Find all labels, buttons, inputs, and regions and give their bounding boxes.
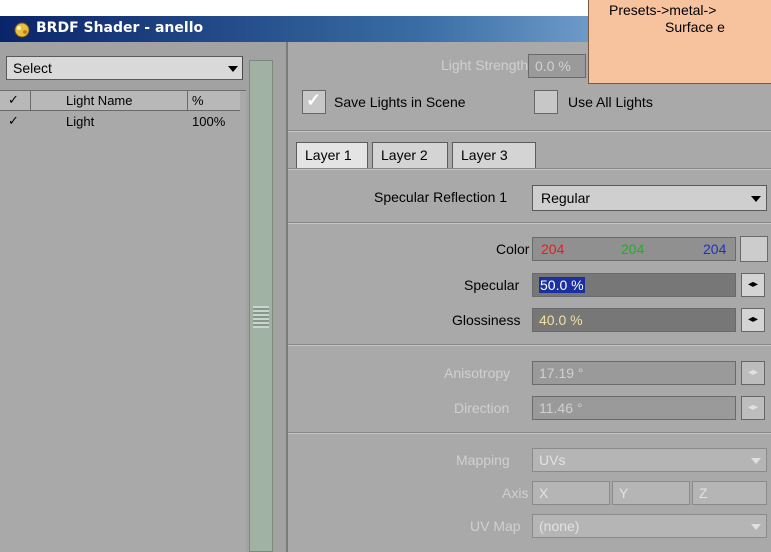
chevron-down-icon — [228, 66, 238, 72]
color-swatch[interactable] — [740, 236, 768, 262]
light-name: Light — [66, 114, 95, 129]
light-strength-field[interactable]: 0.0 % — [528, 54, 586, 78]
light-percent: 100% — [192, 114, 226, 129]
light-list: ✓ Light Name % ✓ Light 100% — [0, 90, 246, 552]
specular-reflection-label: Specular Reflection 1 — [374, 189, 508, 205]
glossiness-label: Glossiness — [452, 312, 521, 328]
tab-layer-2[interactable]: Layer 2 — [372, 142, 448, 168]
specular-stepper[interactable]: ◂▸ — [741, 273, 765, 297]
uv-map-value: (none) — [539, 518, 580, 534]
light-list-scrollbar[interactable] — [249, 60, 273, 552]
use-all-lights-label: Use All Lights — [568, 94, 653, 110]
direction-field[interactable]: 11.46 ° — [532, 396, 736, 420]
glossiness-field[interactable]: 40.0 % — [532, 308, 736, 332]
mapping-dropdown[interactable]: UVs — [532, 448, 767, 472]
shader-app-icon — [14, 22, 30, 38]
light-list-header: ✓ Light Name % — [0, 91, 240, 111]
mapping-label: Mapping — [456, 452, 510, 468]
mapping-value: UVs — [539, 452, 566, 468]
uv-map-dropdown[interactable]: (none) — [532, 514, 767, 538]
tab-layer-1[interactable]: Layer 1 — [296, 142, 368, 168]
chevron-down-icon — [751, 524, 761, 530]
brdf-shader-window: BRDF Shader - anello Presets->metal-> Su… — [0, 0, 771, 552]
specular-value: 50.0 % — [539, 277, 585, 293]
direction-label: Direction — [454, 400, 510, 416]
color-label: Color — [496, 241, 530, 257]
tooltip: Presets->metal-> Surface e — [588, 0, 771, 84]
light-panel: Select ✓ Light Name % ✓ Light 100% — [0, 42, 286, 552]
specular-field[interactable]: 50.0 % — [532, 273, 736, 297]
window-title: BRDF Shader - anello — [36, 20, 204, 36]
light-strength-label: Light Strength — [441, 57, 529, 73]
anisotropy-field[interactable]: 17.19 ° — [532, 361, 736, 385]
glossiness-stepper[interactable]: ◂▸ — [741, 308, 765, 332]
specular-label: Specular — [464, 277, 520, 293]
percent-column-header[interactable]: % — [192, 93, 204, 108]
color-green-value[interactable]: 204 — [621, 238, 644, 260]
uv-map-label: UV Map — [470, 518, 521, 534]
color-blue-value[interactable]: 204 — [703, 238, 726, 260]
color-red-value[interactable]: 204 — [541, 238, 564, 260]
use-all-lights-checkbox[interactable] — [534, 90, 558, 114]
list-item[interactable]: ✓ Light 100% — [0, 112, 240, 132]
color-field[interactable]: 204 204 204 — [532, 237, 736, 261]
tooltip-line-2: Surface e — [665, 19, 725, 35]
chevron-down-icon — [751, 458, 761, 464]
check-icon: ✓ — [306, 90, 322, 110]
direction-stepper[interactable]: ◂▸ — [741, 396, 765, 420]
axis-label: Axis — [502, 485, 529, 501]
axis-x-button[interactable]: X — [532, 481, 610, 505]
specular-reflection-value: Regular — [541, 190, 591, 206]
scrollbar-grip[interactable] — [253, 306, 269, 328]
light-enabled-check[interactable]: ✓ — [8, 113, 19, 129]
select-label: Select — [13, 60, 52, 76]
tab-layer-3[interactable]: Layer 3 — [452, 142, 536, 168]
shader-settings-panel: Light Strength 0.0 % ✓ Save Lights in Sc… — [286, 42, 771, 552]
anisotropy-stepper[interactable]: ◂▸ — [741, 361, 765, 385]
save-lights-checkbox[interactable]: ✓ — [302, 90, 326, 114]
axis-y-button[interactable]: Y — [612, 481, 690, 505]
axis-z-button[interactable]: Z — [692, 481, 767, 505]
select-dropdown[interactable]: Select — [6, 56, 243, 80]
chevron-down-icon — [751, 196, 761, 202]
anisotropy-label: Anisotropy — [444, 365, 511, 381]
save-lights-label: Save Lights in Scene — [334, 94, 466, 110]
light-name-column-header[interactable]: Light Name — [66, 93, 132, 108]
specular-reflection-dropdown[interactable]: Regular — [532, 185, 767, 211]
check-column-header[interactable]: ✓ — [8, 92, 19, 108]
tooltip-line-1: Presets->metal-> — [609, 2, 717, 18]
